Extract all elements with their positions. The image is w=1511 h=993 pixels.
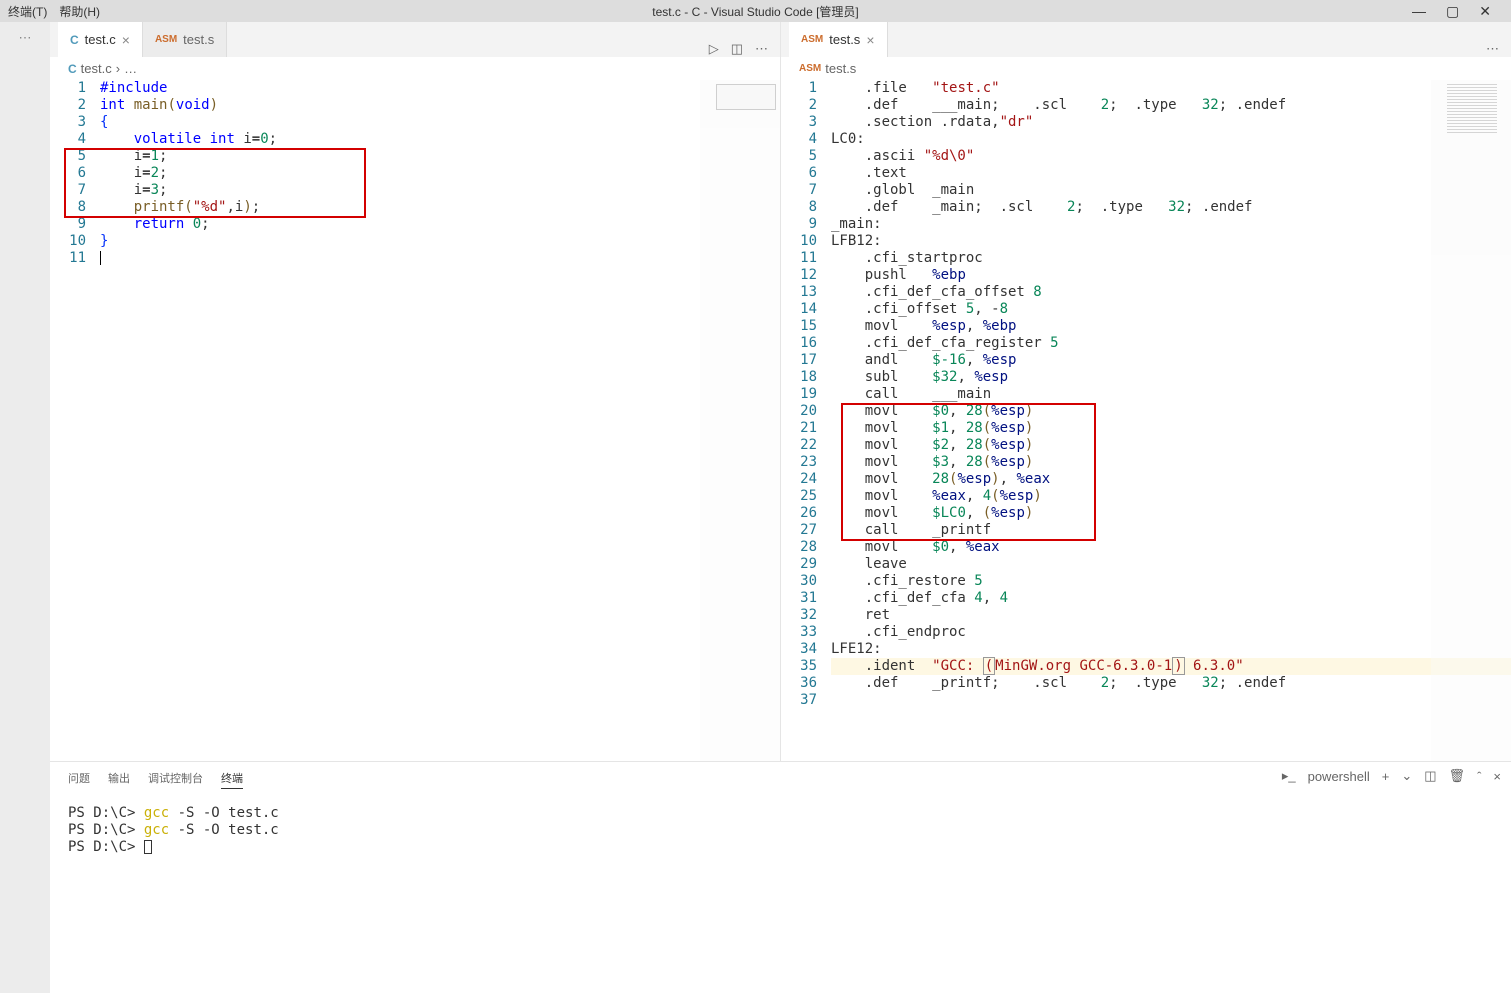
breadcrumb-item: test.c bbox=[81, 61, 112, 76]
new-terminal-icon[interactable]: + bbox=[1382, 769, 1390, 784]
tab-bar-left: C test.c × ASM test.s ▷ ◫ ⋯ bbox=[50, 22, 780, 57]
terminal-content[interactable]: PS D:\C> gcc -S -O test.cPS D:\C> gcc -S… bbox=[50, 797, 1511, 993]
shell-label[interactable]: powershell bbox=[1308, 769, 1370, 784]
minimize-icon[interactable]: — bbox=[1412, 3, 1426, 20]
close-icon[interactable]: × bbox=[122, 32, 130, 48]
split-icon[interactable]: ◫ bbox=[731, 41, 743, 57]
title-bar: 终端(T) 帮助(H) test.c - C - Visual Studio C… bbox=[0, 0, 1511, 22]
more-icon[interactable]: ⋯ bbox=[1486, 41, 1499, 57]
window-title: test.c - C - Visual Studio Code [管理员] bbox=[652, 3, 859, 20]
tab-label: test.c bbox=[85, 32, 116, 47]
c-file-icon: C bbox=[70, 33, 79, 47]
editor-group-left: C test.c × ASM test.s ▷ ◫ ⋯ C test.c › …… bbox=[50, 22, 781, 761]
editor-area: C test.c × ASM test.s ▷ ◫ ⋯ C test.c › …… bbox=[50, 22, 1511, 761]
chevron-right-icon: › bbox=[116, 61, 120, 76]
tab-bar-right: ASM test.s × ⋯ bbox=[781, 22, 1511, 57]
code-content[interactable]: .file "test.c" .def ___main; .scl 2; .ty… bbox=[831, 80, 1511, 761]
code-editor-left[interactable]: 1234567891011 #include int main(void){ v… bbox=[50, 80, 780, 761]
tab-test-s[interactable]: ASM test.s bbox=[143, 22, 227, 57]
activity-bar: ⋯ bbox=[0, 22, 50, 993]
tab-test-s-right[interactable]: ASM test.s × bbox=[789, 22, 888, 57]
panel-tab-problems[interactable]: 问题 bbox=[68, 770, 90, 789]
breadcrumb-item: test.s bbox=[825, 61, 856, 76]
close-panel-icon[interactable]: × bbox=[1493, 769, 1501, 784]
chevron-down-icon[interactable]: ⌄ bbox=[1401, 768, 1412, 784]
chevron-up-icon[interactable]: ˆ bbox=[1477, 769, 1481, 784]
menu-terminal[interactable]: 终端(T) bbox=[8, 3, 47, 20]
trash-icon[interactable]: 🗑 bbox=[1449, 768, 1466, 784]
editor-group-right: ASM test.s × ⋯ ASM test.s 12345678910111… bbox=[781, 22, 1511, 761]
tab-label: test.s bbox=[183, 32, 214, 47]
breadcrumb[interactable]: C test.c › … bbox=[50, 57, 780, 80]
code-content[interactable]: #include int main(void){ volatile int i=… bbox=[100, 80, 780, 761]
more-icon[interactable]: ⋯ bbox=[19, 30, 32, 46]
gutter: 1234567891011121314151617181920212223242… bbox=[781, 80, 831, 761]
breadcrumb[interactable]: ASM test.s bbox=[781, 57, 1511, 80]
code-editor-right[interactable]: 1234567891011121314151617181920212223242… bbox=[781, 80, 1511, 761]
close-icon[interactable]: × bbox=[866, 32, 874, 48]
run-icon[interactable]: ▷ bbox=[709, 41, 719, 57]
panel-tab-output[interactable]: 输出 bbox=[108, 770, 130, 789]
tab-test-c[interactable]: C test.c × bbox=[58, 22, 143, 57]
panel-tab-debug[interactable]: 调试控制台 bbox=[148, 770, 203, 789]
bottom-panel: 问题 输出 调试控制台 终端 ▸_ powershell + ⌄ ◫ 🗑 ˆ ×… bbox=[50, 761, 1511, 993]
menu-help[interactable]: 帮助(H) bbox=[59, 3, 100, 20]
asm-file-icon: ASM bbox=[155, 34, 177, 45]
maximize-icon[interactable]: ▢ bbox=[1446, 3, 1459, 20]
panel-actions: ▸_ powershell + ⌄ ◫ 🗑 ˆ × bbox=[1282, 768, 1501, 784]
minimap[interactable] bbox=[1431, 80, 1511, 761]
asm-file-icon: ASM bbox=[801, 34, 823, 45]
close-icon[interactable]: ✕ bbox=[1479, 3, 1491, 20]
tab-label: test.s bbox=[829, 32, 860, 47]
ellipsis-icon: … bbox=[124, 61, 137, 76]
terminal-icon: ▸_ bbox=[1282, 768, 1296, 784]
split-terminal-icon[interactable]: ◫ bbox=[1424, 768, 1436, 784]
minimap[interactable] bbox=[700, 80, 780, 761]
c-file-icon: C bbox=[68, 62, 77, 76]
more-icon[interactable]: ⋯ bbox=[755, 41, 768, 57]
asm-file-icon: ASM bbox=[799, 63, 821, 74]
panel-tab-terminal[interactable]: 终端 bbox=[221, 770, 243, 789]
gutter: 1234567891011 bbox=[50, 80, 100, 761]
